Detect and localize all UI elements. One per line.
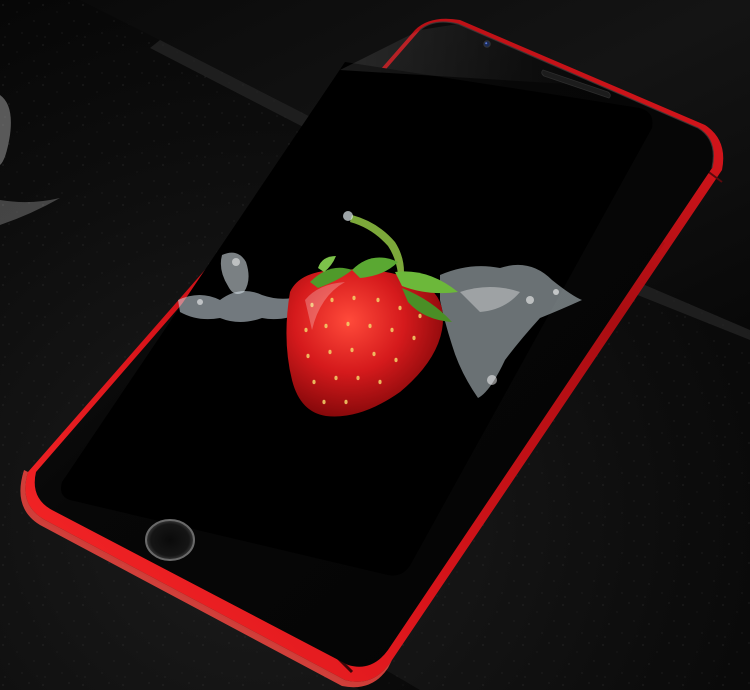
water-bubble: [487, 375, 497, 385]
water-bubble: [232, 258, 240, 266]
water-bubble: [553, 289, 559, 295]
stem-water-drop: [343, 211, 353, 221]
photo-canvas: [0, 0, 750, 690]
home-button-icon[interactable]: [145, 519, 195, 561]
front-camera-icon: [483, 40, 491, 48]
water-bubble: [526, 296, 534, 304]
water-bubble: [197, 299, 203, 305]
front-camera-lens-glint: [485, 42, 488, 45]
product-photo: [0, 0, 750, 690]
